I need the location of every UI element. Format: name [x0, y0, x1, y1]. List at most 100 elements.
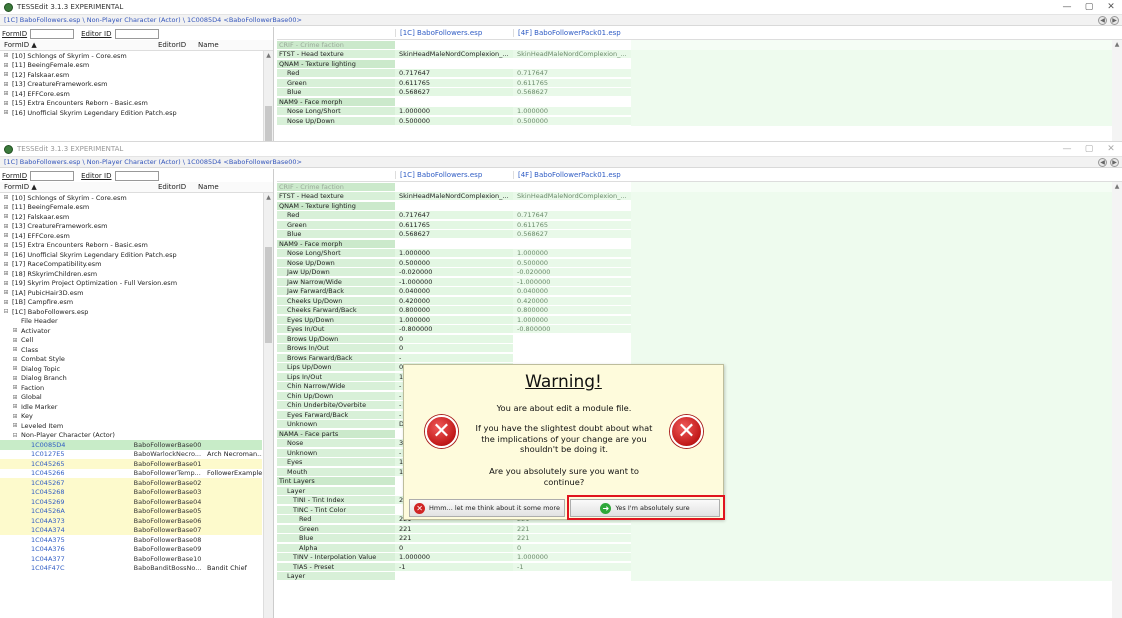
expand-icon[interactable]: ⊞	[12, 422, 18, 429]
record-row[interactable]: Cheeks Farward/Back 0.800000 0.800000	[277, 305, 1122, 315]
record-value-1c[interactable]: 1.000000	[395, 249, 513, 258]
formid-filter-input[interactable]	[30, 170, 75, 181]
table-row[interactable]: 1C04F47C BaboBanditBossNo... Bandit Chief	[0, 564, 262, 574]
expand-icon[interactable]: ⊞	[3, 299, 9, 306]
record-value-4f[interactable]: 221	[513, 524, 631, 533]
absolutely-sure-button[interactable]: ➜ Yes I'm absolutely sure	[570, 499, 720, 517]
tree-item-group[interactable]: ⊞ Key	[0, 412, 262, 422]
tree-item-group[interactable]: ⊞ Combat Style	[0, 355, 262, 365]
column-plugin-4f[interactable]: [4F] BaboFollowerPack01.esp	[513, 29, 631, 37]
tree-item-plugin[interactable]: ⊞ [12] Falskaar.esm	[0, 212, 262, 222]
table-row[interactable]: 1C04A374 BaboFollowerBase07	[0, 525, 262, 535]
record-row[interactable]: Jaw Farward/Back 0.040000 0.040000	[277, 286, 1122, 296]
tree-item-plugin[interactable]: ⊞ [10] Schlongs of Skyrim - Core.esm	[0, 193, 262, 203]
record-value-1c[interactable]: 0	[395, 344, 513, 353]
record-row[interactable]: Green 0.611765 0.611765	[277, 220, 1122, 230]
record-row[interactable]: Red 0.717647 0.717647	[277, 68, 1122, 78]
table-row[interactable]: 1C04A373 BaboFollowerBase06	[0, 516, 262, 526]
record-row[interactable]: FTST - Head texture SkinHeadMaleNordCompl…	[277, 49, 1122, 59]
record-row[interactable]: Brows In/Out 0	[277, 343, 1122, 353]
scroll-up-icon[interactable]: ▲	[264, 52, 273, 60]
record-row[interactable]: Brows Farward/Back -	[277, 353, 1122, 363]
expand-icon[interactable]: ⊞	[3, 213, 9, 220]
record-value-4f[interactable]: -1	[513, 562, 631, 571]
tree-item-plugin[interactable]: ⊞ [1A] PubicHair3D.esm	[0, 288, 262, 298]
column-formid[interactable]: FormID ▲	[0, 41, 110, 49]
table-row[interactable]: 1C04A377 BaboFollowerBase10	[0, 554, 262, 564]
expand-icon[interactable]: ⊞	[3, 62, 9, 69]
record-row[interactable]: FTST - Head texture SkinHeadMaleNordCompl…	[277, 191, 1122, 201]
tree-item-plugin[interactable]: ⊞ [17] RaceCompatibility.esm	[0, 260, 262, 270]
record-value-1c[interactable]: 0.611765	[395, 78, 513, 87]
record-value-4f[interactable]: 0.040000	[513, 287, 631, 296]
tree-item-plugin[interactable]: ⊞ [11] BeeingFemale.esm	[0, 61, 262, 71]
minimize-button[interactable]: —	[1056, 142, 1078, 156]
column-formid[interactable]: FormID ▲	[0, 183, 110, 191]
expand-icon[interactable]: ⊞	[3, 251, 9, 258]
record-value-1c[interactable]: 0	[395, 334, 513, 343]
tree-item-group[interactable]: ⊞ Faction	[0, 383, 262, 393]
collapse-icon[interactable]: ⊟	[3, 308, 9, 315]
close-button[interactable]: ✕	[1100, 0, 1122, 14]
record-value-4f[interactable]: 0.717647	[513, 69, 631, 78]
record-row[interactable]: TINV - Interpolation Value 1.000000 1.0000…	[277, 552, 1122, 562]
maximize-button[interactable]: ▢	[1078, 142, 1100, 156]
record-value-4f[interactable]: SkinHeadMaleNordComplexion_...	[513, 192, 631, 201]
record-row[interactable]: Alpha 0 0	[277, 543, 1122, 553]
record-row[interactable]: Blue 0.568627 0.568627	[277, 229, 1122, 239]
record-scrollbar[interactable]: ▲	[1112, 182, 1122, 618]
record-row[interactable]: NAM9 - Face morph	[277, 239, 1122, 249]
expand-icon[interactable]: ⊞	[3, 223, 9, 230]
record-value-1c[interactable]: SkinHeadMaleNordComplexion_...	[395, 192, 513, 201]
record-value-4f[interactable]: 1.000000	[513, 553, 631, 562]
tree-item-group[interactable]: ⊞ Activator	[0, 326, 262, 336]
record-row[interactable]: Green 0.611765 0.611765	[277, 78, 1122, 88]
expand-icon[interactable]: ⊞	[3, 71, 9, 78]
record-value-4f[interactable]: -0.020000	[513, 268, 631, 277]
tree-item-group[interactable]: File Header	[0, 317, 262, 327]
tree-item-group[interactable]: ⊞ Global	[0, 393, 262, 403]
record-row[interactable]: CRIF - Crime faction	[277, 40, 1122, 50]
column-name[interactable]: Name	[198, 183, 258, 191]
column-plugin-4f[interactable]: [4F] BaboFollowerPack01.esp	[513, 171, 631, 179]
record-value-4f[interactable]: 1.000000	[513, 315, 631, 324]
tree-item-plugin[interactable]: ⊞ [13] CreatureFramework.esm	[0, 222, 262, 232]
scroll-up-icon[interactable]: ▲	[1112, 183, 1122, 191]
column-plugin-1c[interactable]: [1C] BaboFollowers.esp	[395, 29, 513, 37]
record-value-1c[interactable]: 1.000000	[395, 315, 513, 324]
expand-icon[interactable]: ⊞	[3, 52, 9, 59]
tree-item-group[interactable]: ⊞ Dialog Topic	[0, 364, 262, 374]
record-value-1c[interactable]: 0.800000	[395, 306, 513, 315]
tree-scrollbar[interactable]: ▲	[263, 51, 273, 148]
close-button[interactable]: ✕	[1100, 142, 1122, 156]
record-value-1c[interactable]: 0.500000	[395, 116, 513, 125]
record-row[interactable]: Blue 0.568627 0.568627	[277, 87, 1122, 97]
expand-icon[interactable]: ⊞	[12, 346, 18, 353]
expand-icon[interactable]: ⊞	[3, 232, 9, 239]
record-value-4f[interactable]: 0.611765	[513, 220, 631, 229]
record-row[interactable]: TIAS - Preset -1 -1	[277, 562, 1122, 572]
column-name[interactable]: Name	[198, 41, 258, 49]
tree-item-group[interactable]: ⊞ Leveled Item	[0, 421, 262, 431]
expand-icon[interactable]: ⊞	[3, 242, 9, 249]
tree-item-plugin[interactable]: ⊟ [1C] BaboFollowers.esp	[0, 307, 262, 317]
record-row[interactable]: Nose Up/Down 0.500000 0.500000	[277, 258, 1122, 268]
tree-item-group[interactable]: ⊞ Idle Marker	[0, 402, 262, 412]
tree-item-plugin[interactable]: ⊞ [16] Unofficial Skyrim Legendary Editio…	[0, 250, 262, 260]
tree-item-plugin[interactable]: ⊞ [13] CreatureFramework.esm	[0, 80, 262, 90]
record-value-4f[interactable]: 1.000000	[513, 249, 631, 258]
minimize-button[interactable]: —	[1056, 0, 1078, 14]
record-value-4f[interactable]: -0.800000	[513, 325, 631, 334]
record-scrollbar[interactable]: ▲	[1112, 40, 1122, 148]
tree-item-plugin[interactable]: ⊞ [10] Schlongs of Skyrim - Core.esm	[0, 51, 262, 61]
record-value-1c[interactable]: 0.611765	[395, 220, 513, 229]
table-row[interactable]: 1C0085D4 BaboFollowerBase00	[0, 440, 262, 450]
tree-item-plugin[interactable]: ⊞ [19] Skyrim Project Optimization - Full…	[0, 279, 262, 289]
expand-icon[interactable]: ⊞	[3, 81, 9, 88]
record-row[interactable]: QNAM - Texture lighting	[277, 59, 1122, 69]
record-value-1c[interactable]: SkinHeadMaleNordComplexion_...	[395, 50, 513, 59]
record-value-4f[interactable]: 0	[513, 543, 631, 552]
record-value-1c[interactable]: 221	[395, 534, 513, 543]
record-row[interactable]: Nose Long/Short 1.000000 1.000000	[277, 106, 1122, 116]
record-value-1c[interactable]: 0.568627	[395, 88, 513, 97]
